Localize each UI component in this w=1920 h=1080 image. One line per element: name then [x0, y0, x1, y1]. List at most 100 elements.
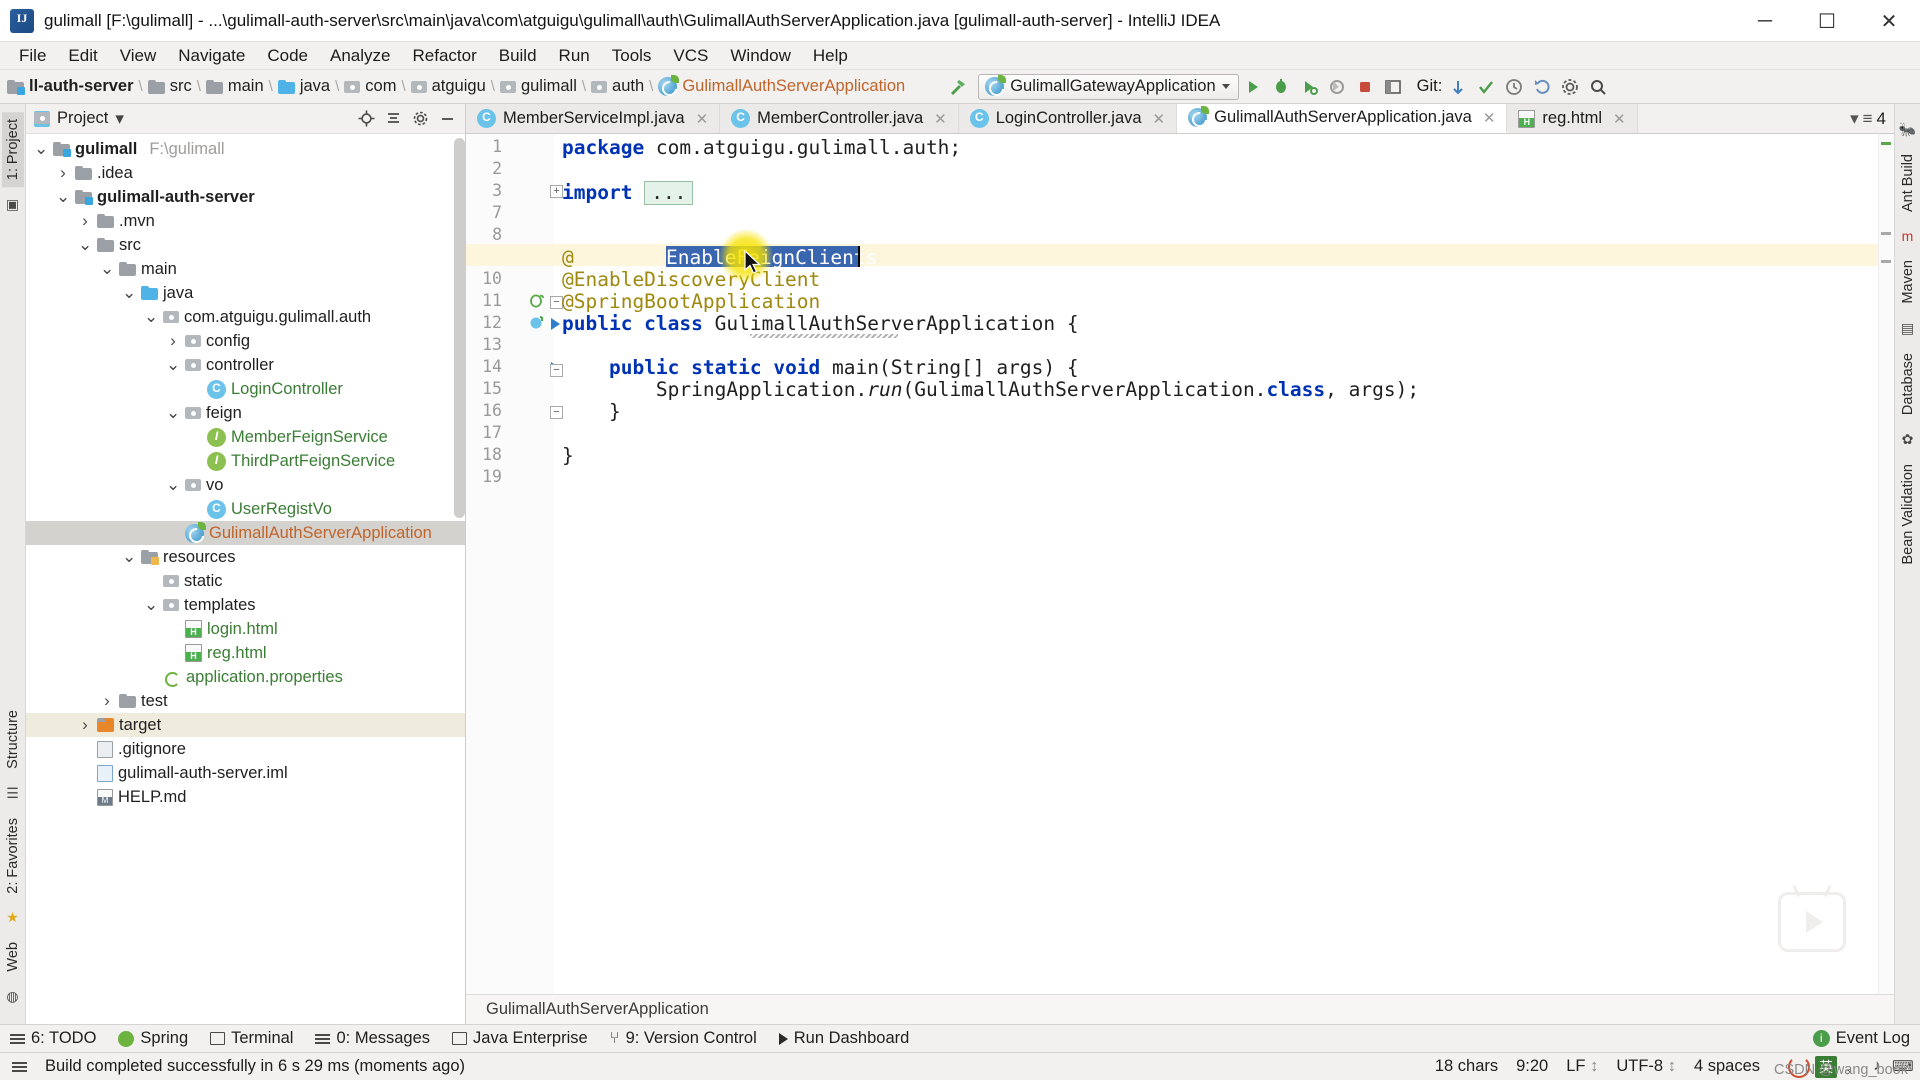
chevron-down-icon[interactable]: ⌄	[122, 548, 136, 565]
hide-panel-icon[interactable]	[437, 109, 457, 129]
run-icon[interactable]	[1239, 74, 1267, 100]
tree-node[interactable]: › test	[26, 689, 465, 713]
spacer[interactable]	[528, 314, 546, 332]
breadcrumb-auth[interactable]: auth	[588, 77, 647, 96]
tree-node[interactable]: ⌄ templates	[26, 593, 465, 617]
stop-icon[interactable]	[1351, 74, 1379, 100]
close-tab-icon[interactable]: ✕	[1483, 109, 1496, 127]
commit-icon[interactable]	[1472, 74, 1500, 100]
tree-node[interactable]: application.properties	[26, 665, 465, 689]
tree-node[interactable]: ⌄ vo	[26, 473, 465, 497]
run-configuration-selector[interactable]: GulimallGatewayApplication	[978, 73, 1239, 100]
chevron-down-icon[interactable]: ⌄	[144, 596, 158, 613]
locate-icon[interactable]	[356, 109, 376, 129]
collapse-all-icon[interactable]	[383, 109, 403, 129]
import-fold-chip[interactable]: ...	[644, 181, 694, 205]
menu-help[interactable]: Help	[802, 44, 859, 68]
tool-tab-maven[interactable]: Maven	[1897, 253, 1919, 311]
update-project-icon[interactable]	[1444, 74, 1472, 100]
menu-refactor[interactable]: Refactor	[401, 44, 487, 68]
project-tree[interactable]: ⌄ gulimall F:\gulimall › .idea ⌄ gulimall-auth…	[26, 134, 465, 1024]
breadcrumb-atguigu[interactable]: atguigu	[408, 77, 489, 96]
chevron-right-icon[interactable]: ›	[78, 211, 92, 231]
menu-tools[interactable]: Tools	[601, 44, 663, 68]
editor-tab[interactable]: MemberController.java ✕	[720, 104, 959, 133]
gear-icon[interactable]	[410, 109, 430, 129]
menu-code[interactable]: Code	[256, 44, 319, 68]
editor-tab[interactable]: GulimallAuthServerApplication.java ✕	[1177, 104, 1508, 133]
tool-tab-bean-validation[interactable]: Bean Validation	[1897, 457, 1919, 572]
tool-window-run-dashboard[interactable]: Run Dashboard	[778, 1029, 909, 1048]
menu-vcs[interactable]: VCS	[662, 44, 719, 68]
chevron-down-icon[interactable]: ⌄	[122, 284, 136, 301]
close-tab-icon[interactable]: ✕	[934, 110, 947, 128]
tree-node[interactable]: UserRegistVo	[26, 497, 465, 521]
layout-icon[interactable]	[1379, 74, 1407, 100]
breadcrumb-src[interactable]: src	[145, 77, 195, 96]
tool-window-todo[interactable]: 6: TODO	[10, 1029, 96, 1048]
tool-tab-web[interactable]: Web	[2, 935, 24, 979]
tree-node[interactable]: ⌄ com.atguigu.gulimall.auth	[26, 305, 465, 329]
tree-node[interactable]: static	[26, 569, 465, 593]
tree-node[interactable]: ⌄ main	[26, 257, 465, 281]
breadcrumb-main[interactable]: main	[203, 77, 267, 96]
tool-window-messages[interactable]: 0: Messages	[315, 1029, 430, 1048]
status-encoding[interactable]: UTF-8 ↕	[1616, 1057, 1676, 1076]
tree-node[interactable]: login.html	[26, 617, 465, 641]
close-tab-icon[interactable]: ✕	[696, 110, 709, 128]
tool-window-version-control[interactable]: ⑂ 9: Version Control	[610, 1029, 757, 1048]
menu-run[interactable]: Run	[548, 44, 601, 68]
tree-node[interactable]: ⌄ gulimall-auth-server	[26, 185, 465, 209]
tree-node[interactable]: › .mvn	[26, 209, 465, 233]
breadcrumb-java[interactable]: java	[275, 77, 333, 96]
chevron-down-icon[interactable]: ⌄	[34, 140, 48, 157]
tool-window-terminal[interactable]: Terminal	[210, 1029, 293, 1048]
maximize-button[interactable]: ☐	[1796, 0, 1858, 42]
tool-tab-project[interactable]: 1: Project	[1, 112, 24, 188]
chevron-down-icon[interactable]: ▾	[115, 109, 124, 129]
menu-window[interactable]: Window	[719, 44, 801, 68]
menu-navigate[interactable]: Navigate	[167, 44, 256, 68]
editor-marker-column[interactable]	[1878, 134, 1894, 994]
tree-node[interactable]: ⌄ feign	[26, 401, 465, 425]
chevron-down-icon[interactable]: ▾	[1850, 109, 1859, 129]
editor-tab[interactable]: MemberServiceImpl.java ✕	[466, 104, 721, 133]
spring-bean-gutter-icon[interactable]	[528, 292, 546, 310]
tool-window-java-enterprise[interactable]: Java Enterprise	[452, 1029, 588, 1048]
tree-node[interactable]: ⌄ java	[26, 281, 465, 305]
status-line-separator[interactable]: LF ↕	[1566, 1057, 1598, 1076]
menu-build[interactable]: Build	[488, 44, 548, 68]
tree-node[interactable]: HELP.md	[26, 785, 465, 809]
chevron-right-icon[interactable]: ›	[100, 691, 114, 711]
project-tree-scrollbar[interactable]	[454, 138, 465, 518]
run-with-coverage-icon[interactable]	[1295, 74, 1323, 100]
chevron-right-icon[interactable]: ›	[166, 331, 180, 351]
tree-node[interactable]: › target	[26, 713, 465, 737]
hammer-build-icon[interactable]	[944, 74, 972, 100]
chevron-down-icon[interactable]: ⌄	[166, 356, 180, 373]
menu-edit[interactable]: Edit	[57, 44, 108, 68]
tree-node[interactable]: ⌄ controller	[26, 353, 465, 377]
chevron-down-icon[interactable]: ⌄	[78, 236, 92, 253]
chevron-down-icon[interactable]: ⌄	[56, 188, 70, 205]
tree-node[interactable]: › config	[26, 329, 465, 353]
close-button[interactable]: ✕	[1858, 0, 1920, 42]
close-tab-icon[interactable]: ✕	[1153, 110, 1166, 128]
structure-mini-icon[interactable]: ▣	[6, 196, 19, 213]
profile-icon[interactable]	[1323, 74, 1351, 100]
menu-view[interactable]: View	[109, 44, 168, 68]
tree-node[interactable]: ⌄ gulimall F:\gulimall	[26, 137, 465, 161]
tool-tab-structure[interactable]: Structure	[2, 703, 24, 776]
tool-tab-ant-build[interactable]: Ant Build	[1897, 147, 1919, 219]
search-icon[interactable]	[1584, 74, 1612, 100]
chevron-right-icon[interactable]: ›	[78, 715, 92, 735]
tree-node[interactable]: ⌄ src	[26, 233, 465, 257]
chevron-right-icon[interactable]: ›	[56, 163, 70, 183]
editor-tab-overflow[interactable]: ▾ ≡ 4	[1850, 104, 1894, 133]
event-log-button[interactable]: i Event Log	[1812, 1029, 1910, 1048]
status-indent[interactable]: 4 spaces	[1694, 1057, 1760, 1076]
tool-tab-favorites[interactable]: 2: Favorites	[2, 811, 24, 901]
chevron-down-icon[interactable]: ⌄	[144, 308, 158, 325]
debug-icon[interactable]	[1267, 74, 1295, 100]
tree-node[interactable]: reg.html	[26, 641, 465, 665]
